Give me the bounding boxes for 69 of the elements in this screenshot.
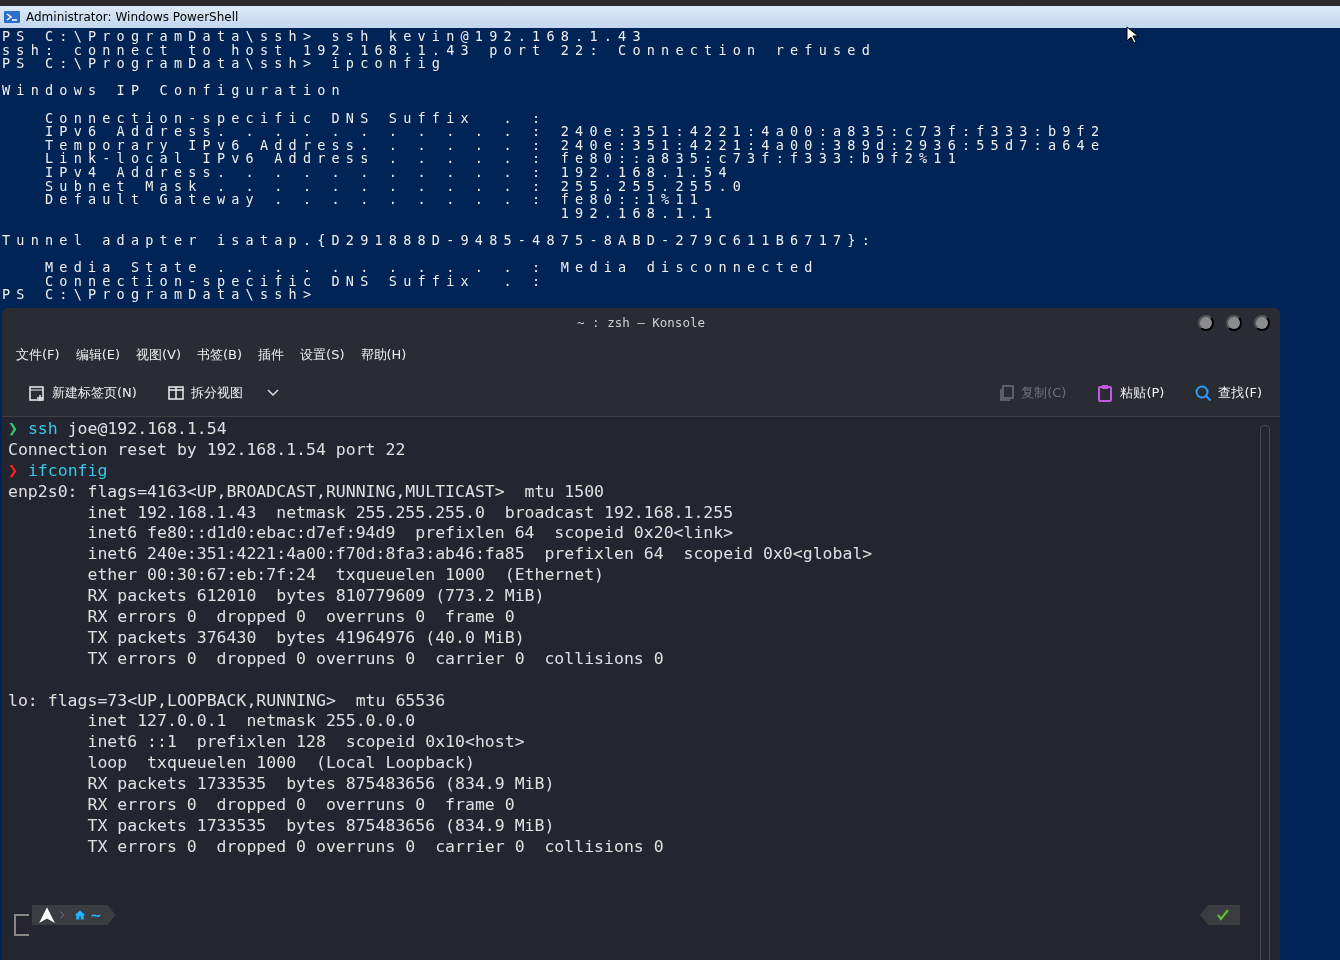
console-line: ssh: connect to host 192.168.1.43 port 22: Connection refused — [2, 43, 876, 58]
console-line: IPv6 Address. . . . . . . . . . . : 240e:351:4221:4a00:a835:c73f:f333:b9f2 — [43, 125, 1106, 139]
console-line: Tunnel adapter isatap.{D291888D-9485-4875-8ABD-279C611B6717}: — [2, 233, 876, 248]
copy-icon — [997, 384, 1016, 402]
output-line: loop txqueuelen 1000 (Local Loopback) — [86, 753, 475, 775]
menu-item[interactable]: 文件(F) — [8, 343, 68, 367]
menu-item[interactable]: 书签(B) — [189, 343, 251, 367]
menu-item[interactable]: 设置(S) — [292, 343, 353, 367]
output-line: inet6 240e:351:4221:4a00:f70d:8fa3:ab46:fa85 prefixlen 64 scopeid 0x0<global> — [86, 544, 873, 566]
console-line: Connection-specific DNS Suffix . : — [43, 274, 547, 289]
prompt-chevron: ❯ — [8, 419, 18, 440]
menu-item[interactable]: 视图(V) — [128, 343, 190, 367]
window-title: ~ : zsh — Konsole — [577, 314, 705, 330]
output-line: TX errors 0 dropped 0 overruns 0 carrier 0 collisions 0 — [86, 648, 664, 670]
maximize-button[interactable] — [1226, 315, 1242, 331]
console-line: PS C:\ProgramData\ssh> ssh kevin@192.168.1.43 — [2, 30, 647, 44]
output-line: RX errors 0 dropped 0 overruns 0 frame 0 — [86, 795, 515, 816]
clipboard-icon — [1096, 384, 1115, 402]
toolbar-button[interactable]: 粘贴(P) — [1090, 380, 1171, 406]
console-line: Subnet Mask . . . . . . . . . . . : 255.255.255.0 — [43, 179, 748, 194]
home-icon — [74, 909, 86, 921]
search-icon — [1194, 384, 1213, 402]
new-tab-icon — [28, 384, 46, 402]
close-button[interactable] — [1254, 315, 1270, 331]
output-line: inet6 fe80::d1d0:ebac:d7ef:94d9 prefixlen 64 scopeid 0x20<link> — [86, 523, 734, 545]
menu-item[interactable]: 帮助(H) — [352, 343, 415, 367]
toolbar-button[interactable]: 新建标签页(N) — [22, 380, 143, 406]
output-line: TX packets 376430 bytes 41964976 (40.0 MiB) — [86, 627, 525, 649]
console-line: Link-local IPv6 Address . . . . . : fe80::a835:c73f:f333:b9f2%11 — [43, 152, 962, 166]
scrollbar[interactable] — [1260, 425, 1270, 960]
output-line: RX packets 1733535 bytes 875483656 (834.9 MiB) — [86, 774, 555, 796]
output-line: Connection reset by 192.168.1.54 port 22 — [8, 439, 406, 461]
console-line: Temporary IPv6 Address. . . . . . : 240e:351:4221:4a00:389d:2936:55d7:a64e — [43, 138, 1106, 153]
cursor-icon — [1126, 26, 1140, 44]
window-title: Administrator: Windows PowerShell — [26, 10, 239, 24]
minimize-button[interactable] — [1198, 315, 1214, 331]
bracket-icon — [12, 913, 30, 937]
toolbar-button[interactable]: 拆分视图 — [160, 380, 249, 406]
prompt-chevron: ❯ — [8, 460, 18, 482]
output-line: enp2s0: flags=4163<UP,BROADCAST,RUNNING,MULTICAST> mtu 1500 — [8, 481, 605, 503]
check-icon — [1217, 909, 1229, 921]
caret-icon[interactable] — [266, 389, 279, 397]
console-line: PS C:\ProgramData\ssh> ipconfig — [2, 57, 447, 71]
console-line: Windows IP Configuration — [2, 84, 346, 98]
output-line: RX packets 612010 bytes 810779609 (773.2 MiB) — [86, 586, 545, 607]
menu-item[interactable]: 插件 — [250, 343, 293, 367]
output-line: inet6 ::1 prefixlen 128 scopeid 0x10<host> — [86, 732, 525, 754]
console-line: PS C:\ProgramData\ssh> — [2, 288, 318, 302]
menu-item[interactable]: 编辑(E) — [67, 343, 128, 367]
console-line: 192.168.1.1 — [559, 206, 719, 221]
console-line: IPv4 Address. . . . . . . . . . . : 192.168.1.54 — [43, 165, 733, 180]
output-line: TX errors 0 dropped 0 overruns 0 carrier 0 collisions 0 — [86, 836, 664, 858]
arch-logo-icon — [38, 906, 56, 924]
console-line: Media State . . . . . . . . . . . : Media disconnected — [43, 261, 819, 275]
command-text: ifconfig — [27, 460, 108, 482]
output-line: TX packets 1733535 bytes 875483656 (834.9 MiB) — [86, 815, 555, 837]
toolbar-button[interactable]: 查找(F) — [1188, 380, 1268, 406]
output-line: lo: flags=73<UP,LOOPBACK,RUNNING> mtu 65536 — [8, 690, 446, 712]
command-args: joe@192.168.1.54 — [66, 419, 227, 440]
output-line: RX errors 0 dropped 0 overruns 0 frame 0 — [86, 607, 515, 628]
output-line: inet 192.168.1.43 netmask 255.255.255.0 broadcast 192.168.1.255 — [86, 502, 734, 524]
split-view-icon — [166, 384, 185, 402]
console-line: Default Gateway . . . . . . . . . : fe80::1%11 — [43, 193, 705, 207]
directory-text: ~ — [90, 907, 102, 923]
command-text: ssh — [27, 419, 58, 440]
console-line: Connection-specific DNS Suffix . : — [43, 111, 547, 126]
output-line: inet 127.0.0.1 netmask 255.0.0.0 — [86, 711, 416, 733]
powershell-icon — [4, 11, 20, 23]
output-line: ether 00:30:67:eb:7f:24 txqueuelen 1000 (Ethernet) — [86, 565, 605, 587]
